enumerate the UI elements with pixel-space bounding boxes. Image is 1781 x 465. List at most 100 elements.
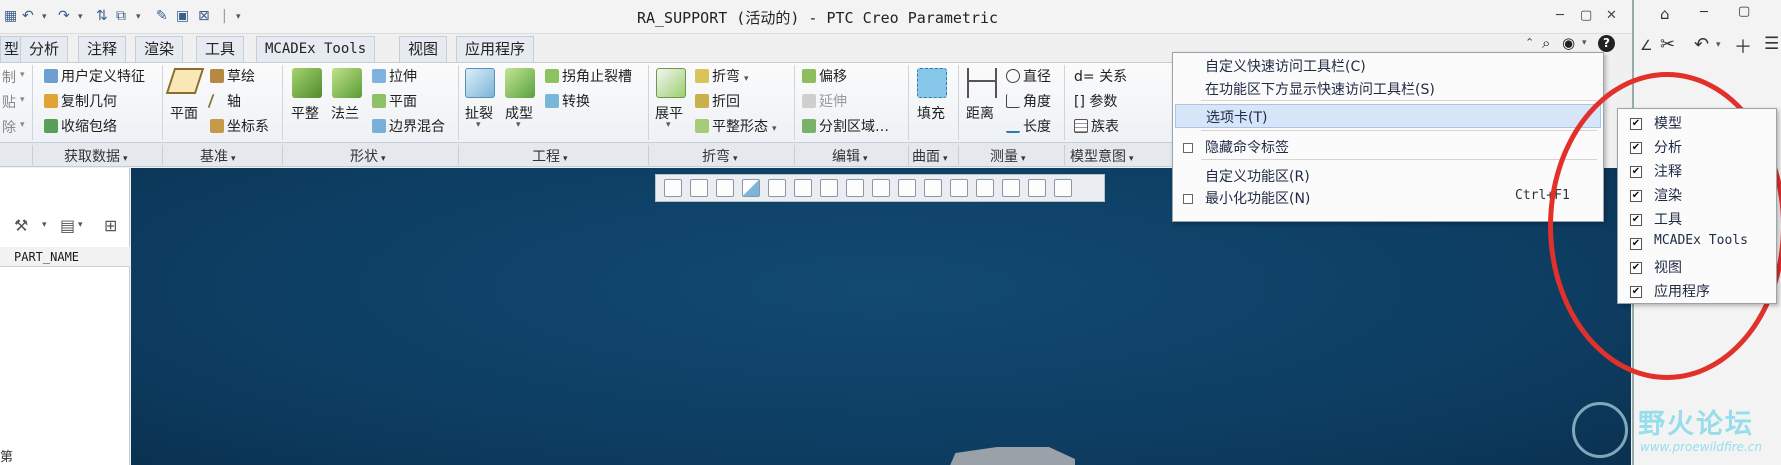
datum-display-icon[interactable]	[872, 179, 890, 197]
tab-analysis[interactable]: 分析	[20, 36, 69, 62]
shrinkwrap-button[interactable]: 收缩包络	[44, 116, 117, 136]
clipped-dropdown-icon-3[interactable]: ▾	[20, 120, 25, 130]
group-engineering[interactable]: 工程 ▾	[532, 146, 568, 166]
tree-settings-dropdown-icon[interactable]: ▾	[42, 220, 47, 230]
tree-columns-icon[interactable]: ▤	[60, 216, 75, 235]
tab-applications[interactable]: 应用程序	[456, 36, 535, 62]
submenu-item-render[interactable]: 渲染	[1654, 185, 1682, 205]
spin-center-icon[interactable]	[1028, 179, 1046, 197]
partial-icon[interactable]: ∠	[1640, 38, 1653, 54]
rip-dropdown-icon[interactable]: ▾	[476, 120, 481, 130]
boundary-blend-button[interactable]: 边界混合	[372, 116, 445, 136]
tree-settings-icon[interactable]: ⚒	[14, 216, 28, 235]
zoom-in-icon[interactable]	[690, 179, 708, 197]
datum-plane-button[interactable]: 平面	[170, 103, 198, 123]
relations-button[interactable]: d= 关系	[1074, 66, 1127, 86]
clipped-item-2[interactable]: 贴	[2, 92, 16, 112]
bend-button[interactable]: 折弯 ▾	[695, 66, 749, 86]
plus-icon[interactable]: ＋	[1734, 33, 1752, 59]
submenu-item-view[interactable]: 视图	[1654, 257, 1682, 277]
distance-button[interactable]: 距离	[966, 103, 994, 123]
flange-button[interactable]: 法兰	[331, 103, 359, 123]
group-shape[interactable]: 形状 ▾	[350, 146, 386, 166]
zoom-out-icon[interactable]	[716, 179, 734, 197]
view-manager-icon[interactable]	[820, 179, 838, 197]
unbend-dropdown-icon[interactable]: ▾	[666, 120, 671, 130]
parameters-button[interactable]: [] 参数	[1074, 91, 1117, 111]
fill-button[interactable]: 填充	[917, 103, 945, 123]
offset-button[interactable]: 偏移	[802, 66, 847, 86]
community-icon[interactable]: ◉	[1562, 34, 1575, 52]
group-measure[interactable]: 测量 ▾	[990, 146, 1026, 166]
point-display-icon[interactable]	[950, 179, 968, 197]
coordinate-system-button[interactable]: 坐标系	[210, 116, 269, 136]
group-edit[interactable]: 编辑 ▾	[832, 146, 868, 166]
check-applications[interactable]: ✔	[1630, 286, 1642, 298]
appearance-icon[interactable]	[1054, 179, 1072, 197]
community-dropdown-icon[interactable]: ▾	[1582, 38, 1587, 48]
perspective-icon[interactable]	[846, 179, 864, 197]
flat-wall-button[interactable]: 平整	[291, 103, 319, 123]
undo-dropdown-icon-2[interactable]: ▾	[1716, 40, 1721, 50]
submenu-item-annotate[interactable]: 注释	[1654, 161, 1682, 181]
axis-display-icon[interactable]	[924, 179, 942, 197]
submenu-item-model[interactable]: 模型	[1654, 113, 1682, 133]
family-table-button[interactable]: 族表	[1074, 116, 1119, 136]
menu-item-hide-labels[interactable]: 隐藏命令标签	[1205, 137, 1289, 157]
group-datum[interactable]: 基准 ▾	[200, 146, 236, 166]
second-maximize-icon[interactable]: ▢	[1738, 4, 1750, 19]
group-model-intent[interactable]: 模型意图 ▾	[1070, 146, 1134, 166]
check-view[interactable]: ✔	[1630, 262, 1642, 274]
split-area-button[interactable]: 分割区域…	[802, 116, 889, 136]
check-mcadex-tools[interactable]: ✔	[1630, 238, 1642, 250]
diameter-button[interactable]: 直径	[1006, 66, 1051, 86]
help-icon[interactable]: ?	[1598, 35, 1615, 52]
submenu-item-tools[interactable]: 工具	[1654, 209, 1682, 229]
angle-button[interactable]: 角度	[1006, 91, 1051, 111]
rip-icon[interactable]	[465, 68, 495, 98]
check-model[interactable]: ✔	[1630, 118, 1642, 130]
close-icon[interactable]: ✕	[1606, 8, 1617, 23]
undo-icon-2[interactable]: ↶	[1694, 34, 1709, 55]
form-icon[interactable]	[505, 68, 535, 98]
clipped-dropdown-icon-2[interactable]: ▾	[20, 95, 25, 105]
menu-item-minimize-ribbon[interactable]: 最小化功能区(N)	[1205, 188, 1310, 208]
form-dropdown-icon[interactable]: ▾	[516, 120, 521, 130]
maximize-icon[interactable]: ▢	[1580, 8, 1592, 23]
submenu-item-mcadex-tools[interactable]: MCADEx Tools	[1654, 233, 1748, 248]
submenu-item-applications[interactable]: 应用程序	[1654, 281, 1710, 301]
copy-geometry-button[interactable]: 复制几何	[44, 91, 117, 111]
menu-item-tabs[interactable]: 选项卡(T) ›	[1175, 104, 1601, 128]
search-icon[interactable]: ⌕	[1542, 34, 1550, 52]
check-analysis[interactable]: ✔	[1630, 142, 1642, 154]
tree-columns-dropdown-icon[interactable]: ▾	[78, 220, 83, 230]
annotation-display-icon[interactable]	[1002, 179, 1020, 197]
minimize-icon[interactable]: ─	[1556, 8, 1564, 23]
submenu-item-analysis[interactable]: 分析	[1654, 137, 1682, 157]
extend-button[interactable]: 延伸	[802, 91, 847, 111]
group-surface[interactable]: 曲面 ▾	[912, 146, 948, 166]
tree-filter-icon[interactable]: ⊞	[104, 216, 117, 235]
menu-item-customize-qat[interactable]: 自定义快速访问工具栏(C)	[1205, 56, 1366, 76]
sketch-button[interactable]: 草绘	[210, 66, 255, 86]
collapse-ribbon-icon[interactable]: ⌃	[1525, 36, 1534, 49]
bend-back-button[interactable]: 折回	[695, 91, 740, 111]
menu-item-qat-below[interactable]: 在功能区下方显示快速访问工具栏(S)	[1205, 79, 1435, 99]
checkbox-minimize-ribbon[interactable]	[1183, 194, 1193, 204]
menu-item-customize-ribbon[interactable]: 自定义功能区(R)	[1205, 166, 1310, 186]
refit-icon[interactable]	[664, 179, 682, 197]
repaint-icon[interactable]	[742, 179, 760, 197]
flat-pattern-button[interactable]: 平整形态 ▾	[695, 116, 777, 136]
group-get-data[interactable]: 获取数据 ▾	[64, 146, 128, 166]
column-header-part-name[interactable]: PART_NAME	[0, 247, 130, 267]
unbend-icon[interactable]	[656, 68, 686, 98]
clipped-item-1[interactable]: 制	[2, 67, 16, 87]
planar-button[interactable]: 平面	[372, 91, 417, 111]
axis-button[interactable]: 轴	[207, 91, 241, 111]
tree-item-clipped[interactable]: 第	[0, 446, 13, 465]
display-style-icon[interactable]	[768, 179, 786, 197]
plane-display-icon[interactable]	[898, 179, 916, 197]
check-render[interactable]: ✔	[1630, 190, 1642, 202]
menu-icon[interactable]: ☰	[1764, 34, 1779, 54]
tab-render[interactable]: 渲染	[135, 36, 184, 62]
